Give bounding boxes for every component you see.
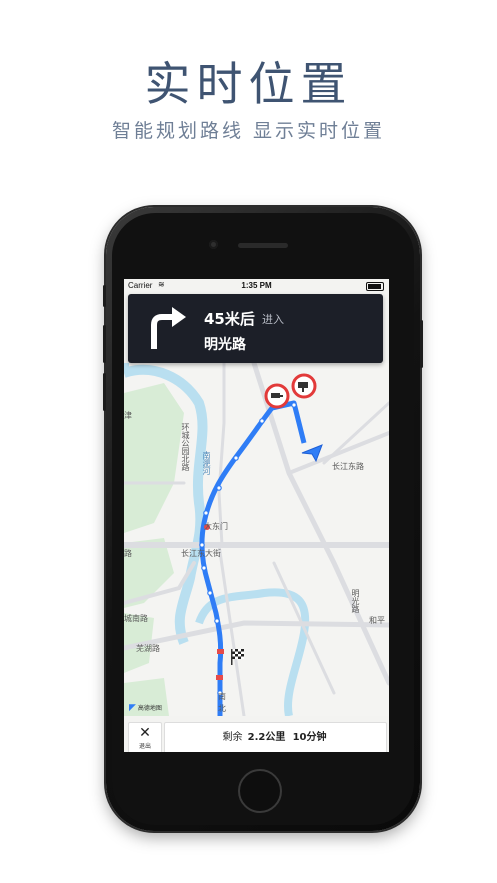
turn-right-arrow-icon — [151, 307, 186, 349]
amap-logo: ◤ 高德地图 — [129, 703, 162, 713]
traffic-camera-icon — [291, 373, 317, 399]
status-bar: Carrier ≋ 1:35 PM — [124, 279, 389, 293]
amap-logo-icon: ◤ — [129, 703, 136, 713]
remain-distance: 2.2公里 — [247, 732, 286, 743]
current-location-icon — [301, 444, 323, 463]
home-button[interactable] — [238, 769, 282, 813]
map-label-jin: 津 — [124, 411, 132, 420]
navigation-instruction-card: 45米后 进入 明光路 — [128, 294, 383, 363]
exit-label: 退出 — [138, 743, 151, 750]
speed-camera-icon — [264, 383, 290, 409]
map-view[interactable]: 津 环城公园北路 南淝河 长江东路 大东门 长江东大街 路 明光路 城南路 和平… — [124, 360, 389, 718]
map-label-heping: 和平 — [369, 616, 385, 625]
map-label-changjiang-east-road: 长江东路 — [332, 462, 364, 471]
page-headline: 实时位置 — [144, 57, 353, 111]
earpiece-speaker — [238, 243, 288, 248]
close-icon: ✕ — [139, 725, 151, 741]
map-label-changjiang-east-street: 长江东大街 — [181, 549, 221, 558]
front-camera — [209, 240, 218, 249]
nav-action: 进入 — [262, 313, 284, 326]
mute-switch — [103, 285, 106, 307]
bottom-bar: ✕ 退出 剩余 2.2公里 10分钟 — [124, 720, 389, 752]
map-label-road-a: 路 — [124, 549, 132, 558]
nav-distance: 45米后 — [204, 310, 255, 328]
map-label-north: 北 — [218, 704, 226, 713]
volume-up-button — [103, 325, 106, 363]
power-button — [420, 320, 423, 368]
remain-time: 10分钟 — [292, 732, 327, 743]
amap-logo-text: 高德地图 — [137, 705, 162, 712]
remain-label: 剩余 — [222, 732, 243, 743]
page-subheadline: 智能规划路线 显示实时位置 — [111, 120, 386, 142]
map-label-huancheng: 环城公园北路 — [181, 423, 190, 471]
battery-icon — [366, 282, 384, 291]
remaining-info: 剩余 2.2公里 10分钟 — [164, 722, 387, 752]
phone-screen: Carrier ≋ 1:35 PM 津 环城公园北路 南淝河 长江东路 大东门 … — [124, 279, 389, 752]
map-canvas — [124, 360, 389, 718]
map-label-wuhu-road: 芜湖路 — [136, 644, 160, 653]
map-label-nanfei: 南淝河 — [202, 451, 211, 475]
map-label-mingguang-road: 明光路 — [351, 589, 360, 613]
nav-road-name: 明光路 — [204, 337, 246, 353]
volume-down-button — [103, 373, 106, 411]
map-label-south: 南 — [218, 692, 226, 701]
status-time: 1:35 PM — [241, 281, 272, 290]
map-label-dadongmen: 大东门 — [204, 522, 228, 531]
exit-button[interactable]: ✕ 退出 — [128, 722, 162, 752]
map-label-chengnan-road: 城南路 — [124, 614, 148, 623]
